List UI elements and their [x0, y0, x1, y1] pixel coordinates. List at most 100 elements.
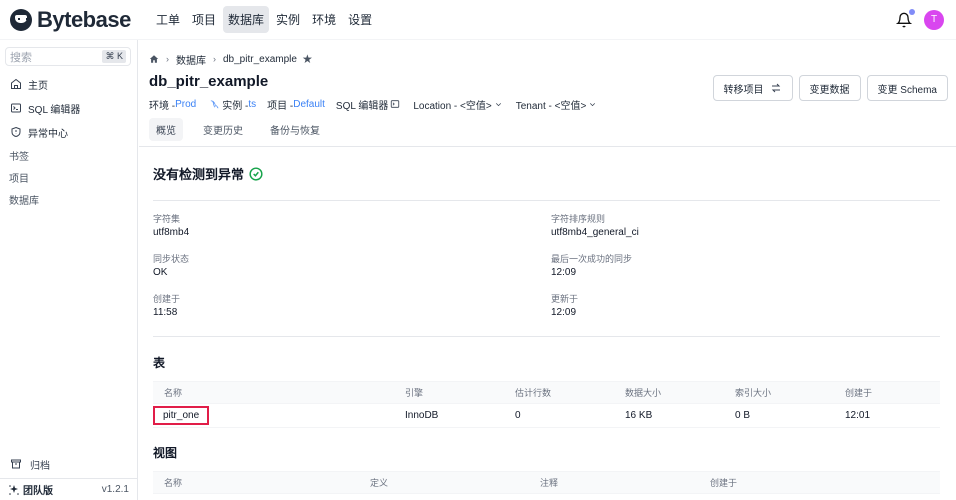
main-content: › 数据库 › db_pitr_example ★ db_pitr_exampl… [139, 40, 956, 500]
notification-bell[interactable] [895, 8, 915, 28]
column-header[interactable]: 创建于 [699, 471, 940, 494]
database-header: › 数据库 › db_pitr_example ★ db_pitr_exampl… [139, 40, 956, 147]
tab-change-history[interactable]: 变更历史 [196, 118, 250, 141]
search-shortcut: ⌘ K [102, 50, 126, 63]
field-value: utf8mb4 [153, 227, 190, 238]
sidebar-footer: 团队版 v1.2.1 [0, 478, 137, 500]
field-last-sync: 最后一次成功的同步 12:09 [551, 251, 940, 291]
instance-engine-icon [211, 99, 219, 108]
nav-item-settings[interactable]: 设置 [343, 6, 377, 33]
switch-arrows-icon [771, 83, 780, 93]
table-cell: InnoDB [394, 403, 504, 428]
table-cell: 0 [504, 403, 614, 428]
avatar[interactable]: T [924, 9, 944, 30]
tenant-label: Tenant - <空值> [515, 100, 587, 112]
tables-table: 名称 引擎 估计行数 数据大小 索引大小 创建于 pitr_one InnoDB… [153, 381, 940, 428]
star-icon[interactable]: ★ [302, 52, 313, 66]
archive-label: 归档 [30, 460, 50, 472]
nav-item-databases[interactable]: 数据库 [223, 6, 270, 33]
breadcrumb-databases[interactable]: 数据库 [176, 52, 206, 67]
database-info-grid: 字符集 utf8mb4 同步状态 OK 创建于 11:58 字符排序规则 utf… [153, 201, 940, 337]
sidebar-item-label: 异常中心 [28, 128, 68, 140]
sql-editor-label: SQL 编辑器 [335, 100, 389, 112]
column-header[interactable]: 索引大小 [724, 381, 834, 404]
field-value: utf8mb4_general_ci [551, 227, 639, 238]
column-header[interactable]: 定义 [359, 471, 529, 494]
sql-editor-link[interactable]: SQL 编辑器 [336, 97, 402, 112]
sidebar-group-projects[interactable]: 项目 [0, 166, 137, 188]
column-header[interactable]: 估计行数 [504, 381, 614, 404]
table-header-row: 名称 定义 注释 创建于 [153, 471, 940, 494]
sidebar-item-sql-editor[interactable]: SQL 编辑器 [0, 96, 137, 120]
sidebar-item-home[interactable]: 主页 [0, 72, 137, 96]
table-name-cell[interactable]: pitr_one [153, 403, 394, 428]
check-circle-icon [249, 166, 263, 181]
breadcrumb: › 数据库 › db_pitr_example ★ [149, 52, 946, 67]
transfer-project-button[interactable]: 转移项目 [712, 75, 793, 101]
bytebase-logo-icon [10, 8, 32, 31]
field-value: 11:58 [153, 307, 178, 318]
sidebar-group-databases[interactable]: 数据库 [0, 188, 137, 210]
nav-item-issues[interactable]: 工单 [151, 6, 185, 33]
change-schema-button[interactable]: 变更 Schema [866, 75, 948, 101]
sidebar-item-label: SQL 编辑器 [28, 104, 81, 116]
column-header[interactable]: 数据大小 [614, 381, 724, 404]
sidebar-item-anomaly-center[interactable]: 异常中心 [0, 120, 137, 144]
version-label: v1.2.1 [101, 484, 129, 495]
field-label: 更新于 [551, 293, 579, 304]
field-label: 同步状态 [153, 253, 190, 264]
project-link[interactable]: Default [293, 99, 325, 110]
info-column-left: 字符集 utf8mb4 同步状态 OK 创建于 11:58 [153, 211, 551, 336]
tenant-dropdown[interactable]: Tenant - <空值> [516, 97, 600, 112]
edition-badge[interactable]: 团队版 [8, 482, 53, 497]
tab-overview[interactable]: 概览 [149, 118, 183, 141]
table-row[interactable]: pitr_one InnoDB 0 16 KB 0 B 12:01 [153, 403, 940, 428]
column-header[interactable]: 注释 [529, 471, 699, 494]
column-header[interactable]: 引擎 [394, 381, 504, 404]
column-header[interactable]: 创建于 [834, 381, 940, 404]
archive-icon [11, 459, 21, 469]
change-data-button[interactable]: 变更数据 [798, 75, 861, 101]
column-header[interactable]: 名称 [153, 381, 394, 404]
instance-link[interactable]: ts [248, 99, 256, 110]
environment-info: 环境 - Prod [149, 97, 196, 112]
table-cell: 16 KB [614, 403, 724, 428]
notification-dot [909, 8, 915, 15]
field-value: OK [153, 267, 168, 278]
anomaly-status: 没有检测到异常 [153, 147, 940, 201]
tabs: 概览 变更历史 备份与恢复 [149, 118, 946, 141]
shield-icon [11, 126, 21, 138]
field-charset: 字符集 utf8mb4 [153, 211, 551, 251]
top-nav: 工单 项目 数据库 实例 环境 设置 [151, 6, 379, 33]
tables-section-title: 表 [153, 356, 166, 370]
field-label: 最后一次成功的同步 [551, 253, 633, 264]
sidebar: 搜索 ⌘ K 主页 SQL 编辑器 异常中心 书签 项目 数据库 归档 团队版 … [0, 40, 138, 500]
sidebar-item-archive[interactable]: 归档 [0, 453, 137, 475]
highlighted-table-name[interactable]: pitr_one [153, 406, 210, 425]
nav-item-instances[interactable]: 实例 [271, 6, 305, 33]
home-icon[interactable] [149, 54, 159, 64]
sidebar-group-bookmarks[interactable]: 书签 [0, 144, 137, 166]
sidebar-item-label: 主页 [28, 80, 48, 92]
field-updated-at: 更新于 12:09 [551, 291, 940, 331]
nav-item-projects[interactable]: 项目 [187, 6, 221, 33]
logo[interactable]: Bytebase [10, 7, 138, 33]
field-label: 字符集 [153, 213, 181, 224]
search-input[interactable]: 搜索 ⌘ K [5, 47, 131, 66]
views-section-title: 视图 [153, 446, 178, 460]
environment-link[interactable]: Prod [175, 99, 196, 110]
field-created-at: 创建于 11:58 [153, 291, 551, 331]
chevron-right-icon: › [213, 54, 216, 64]
column-header[interactable]: 名称 [153, 471, 359, 494]
anomaly-text: 没有检测到异常 [153, 167, 245, 182]
tab-backup-restore[interactable]: 备份与恢复 [263, 118, 327, 141]
project-label: 项目 - [267, 100, 294, 112]
chevron-right-icon: › [166, 54, 169, 64]
breadcrumb-current: db_pitr_example [223, 53, 297, 65]
location-label: Location - <空值> [413, 100, 492, 112]
location-dropdown[interactable]: Location - <空值> [413, 97, 504, 112]
instance-info: 实例 - ts [207, 97, 256, 112]
table-cell: 12:01 [834, 403, 940, 428]
terminal-icon [391, 100, 400, 108]
nav-item-environments[interactable]: 环境 [307, 6, 341, 33]
